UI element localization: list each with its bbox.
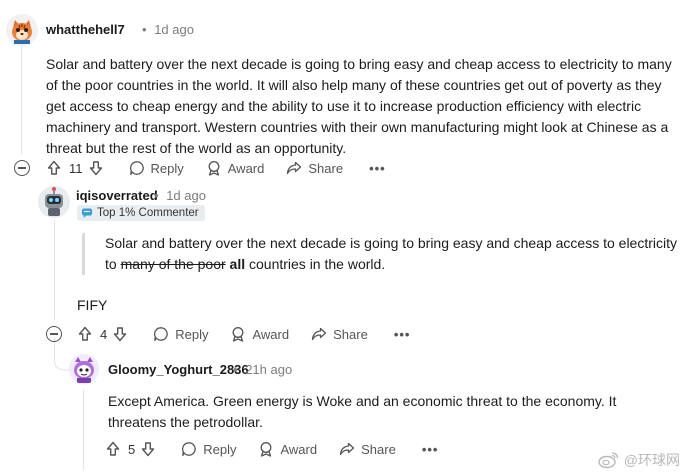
snoo-avatar-icon [69,354,99,384]
comment-body: FIFY [77,297,108,313]
more-options-button[interactable]: ••• [369,161,386,176]
comment-actions: 4 Reply Award Share ••• [46,323,410,345]
separator-dot: • [233,362,238,377]
top-commenter-badge: Top 1% Commenter [77,205,205,221]
avatar[interactable] [38,186,70,218]
blockquote: Solar and battery over the next decade i… [82,233,685,275]
upvote-icon[interactable] [78,326,92,342]
badge-label: Top 1% Commenter [97,207,199,219]
collapse-thread-button[interactable] [14,160,30,176]
timestamp[interactable]: 1d ago [166,188,206,203]
thread-line-root [21,44,22,154]
vote-group: 5 [106,441,155,457]
separator-dot: • [154,188,159,203]
reply-label: Reply [203,441,237,457]
reply-button[interactable]: Reply [129,160,184,176]
weibo-logo-icon [598,452,618,469]
share-label: Share [333,326,368,342]
award-icon [261,442,272,457]
quote-text-end: countries in the world. [245,256,386,272]
bold-text: all [229,256,246,272]
username[interactable]: Gloomy_Yoghurt_2836 [108,362,249,377]
vote-group: 11 [47,160,103,176]
share-button[interactable]: Share [311,326,368,342]
username[interactable]: iqisoverrated [76,188,158,203]
share-button[interactable]: Share [286,160,343,176]
award-button[interactable]: Award [258,441,317,457]
comment-body: Solar and battery over the next decade i… [46,56,672,156]
award-label: Award [280,441,318,457]
timestamp[interactable]: 21h ago [245,362,292,377]
award-button[interactable]: Award [206,160,265,176]
thread-line-level1 [54,220,55,320]
share-arrow-icon [339,442,355,456]
vote-count: 4 [100,326,108,342]
timestamp[interactable]: 1d ago [154,22,194,37]
share-label: Share [308,160,344,176]
struck-text: many of the poor [120,256,226,272]
downvote-icon[interactable] [141,441,155,457]
comment-meta: • 1d ago [142,22,194,37]
username[interactable]: whatthehell7 [46,22,125,37]
reply-bubble-icon [129,161,144,176]
award-icon [208,161,220,176]
more-options-button[interactable]: ••• [422,442,439,457]
upvote-icon[interactable] [47,160,61,176]
watermark-text: @环球网 [623,452,680,468]
comment-meta: • 21h ago [233,362,292,377]
vote-count: 5 [128,441,136,457]
robot-avatar-icon [38,186,70,218]
reply-bubble-icon [182,442,196,457]
downvote-icon[interactable] [113,326,127,342]
share-arrow-icon [311,327,327,341]
share-arrow-icon [287,161,302,175]
award-button[interactable]: Award [230,326,289,342]
reply-button[interactable]: Reply [181,441,236,457]
collapse-thread-button[interactable] [46,326,62,342]
vote-count: 11 [69,160,83,176]
award-icon [233,327,244,342]
more-options-button[interactable]: ••• [394,327,411,342]
downvote-icon[interactable] [89,160,103,176]
vote-group: 4 [78,326,127,342]
award-label: Award [252,326,290,342]
comment-actions: 11 Reply Award Share ••• [14,157,386,179]
reply-label: Reply [175,326,209,342]
award-label: Award [227,160,265,176]
separator-dot: • [142,22,147,37]
tiger-avatar-icon [6,14,38,46]
reply-bubble-icon [154,327,168,342]
share-label: Share [361,441,396,457]
comment-body: Except America. Green energy is Woke and… [108,393,617,430]
comment-actions: 5 Reply Award Share ••• [82,438,438,460]
reply-button[interactable]: Reply [153,326,208,342]
avatar[interactable] [69,354,99,384]
share-button[interactable]: Share [339,441,396,457]
watermark: @环球网 [598,450,680,470]
reply-label: Reply [150,160,184,176]
avatar[interactable] [6,14,38,46]
comment-badge-icon [82,208,92,218]
upvote-icon[interactable] [106,441,120,457]
comment-meta: • 1d ago [154,188,206,203]
